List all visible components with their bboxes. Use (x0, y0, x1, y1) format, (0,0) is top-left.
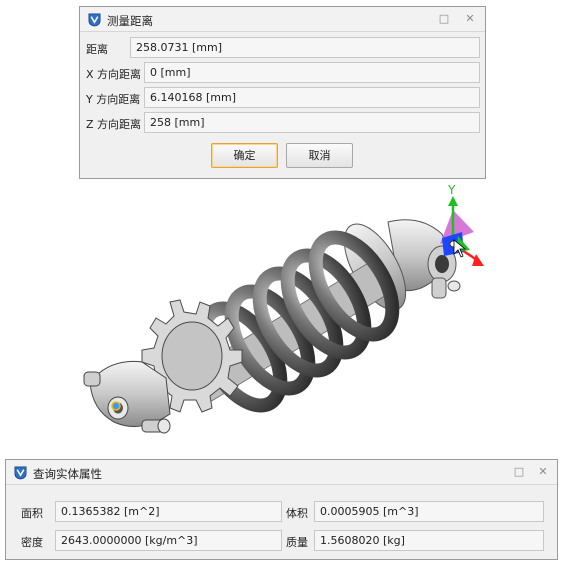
pin-icon[interactable]: □ (511, 464, 527, 480)
measure-distance-dialog: 测量距离 □ ✕ 距离 258.0731 [mm] X 方向距离 0 [mm] … (79, 6, 486, 179)
selection-point-marker[interactable] (111, 401, 121, 411)
x-distance-value: 0 [mm] (144, 62, 480, 83)
dialog-title: 测量距离 (107, 14, 153, 28)
pin-icon[interactable]: □ (436, 11, 452, 27)
density-label: 密度 (21, 536, 43, 549)
lower-mount (83, 360, 171, 434)
area-value: 0.1365382 [m^2] (55, 501, 282, 522)
volume-value: 0.0005905 [m^3] (314, 501, 544, 522)
y-distance-label: Y 方向距离 (86, 93, 141, 106)
volume-label: 体积 (286, 507, 308, 520)
mass-label: 质量 (286, 536, 308, 549)
x-distance-label: X 方向距离 (86, 68, 142, 81)
y-distance-value: 6.140168 [mm] (144, 87, 480, 108)
app-logo-icon (14, 466, 27, 480)
density-value: 2643.0000000 [kg/m^3] (55, 530, 282, 551)
z-distance-value: 258 [mm] (144, 112, 480, 133)
close-icon[interactable]: ✕ (462, 11, 478, 27)
distance-value: 258.0731 [mm] (130, 37, 480, 58)
dialog-titlebar[interactable]: 查询实体属性 □ ✕ (6, 460, 557, 485)
cancel-button[interactable]: 取消 (286, 143, 353, 168)
close-icon[interactable]: ✕ (535, 464, 551, 480)
mass-value: 1.5608020 [kg] (314, 530, 544, 551)
ok-button[interactable]: 确定 (211, 143, 278, 168)
distance-label: 距离 (86, 43, 108, 56)
3d-viewport[interactable]: Y (70, 182, 500, 457)
dialog-title: 查询实体属性 (33, 467, 102, 481)
spring-coils (196, 230, 400, 413)
z-distance-label: Z 方向距离 (86, 118, 142, 131)
shock-absorber-model[interactable] (83, 214, 461, 434)
y-axis-label: Y (447, 183, 456, 197)
entity-properties-dialog: 查询实体属性 □ ✕ 面积 0.1365382 [m^2] 体积 0.00059… (5, 459, 558, 560)
dialog-titlebar[interactable]: 测量距离 □ ✕ (80, 7, 485, 32)
area-label: 面积 (21, 507, 43, 520)
app-logo-icon (88, 13, 101, 27)
